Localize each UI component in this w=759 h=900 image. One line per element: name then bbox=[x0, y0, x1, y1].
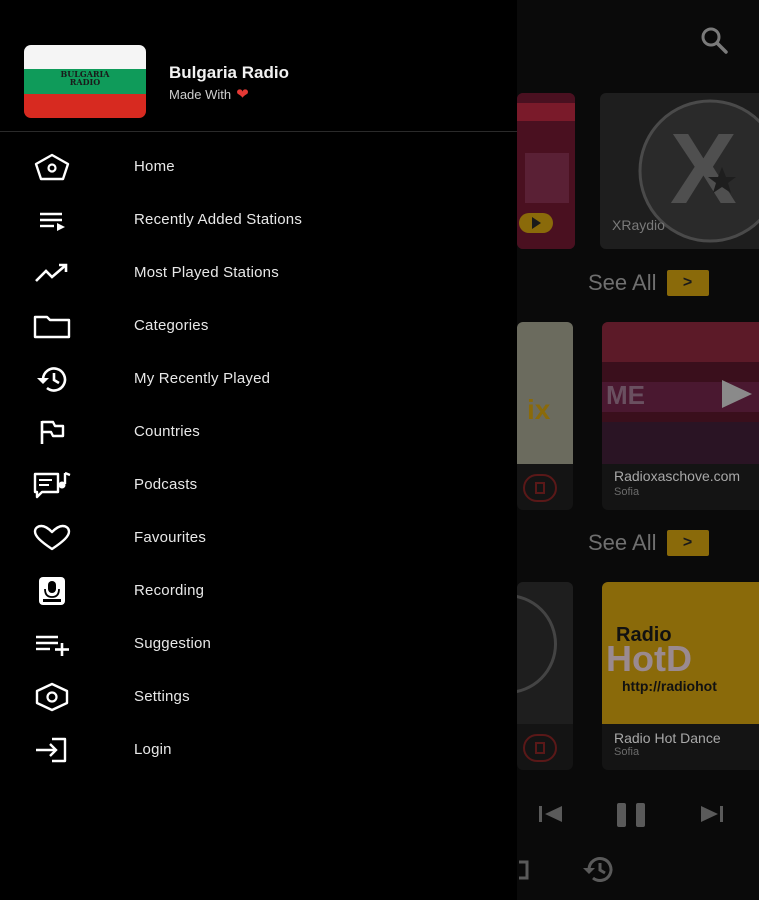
app-title: Bulgaria Radio bbox=[169, 63, 289, 82]
see-all-link[interactable]: See All > bbox=[588, 270, 709, 296]
mic-icon bbox=[31, 574, 73, 608]
menu-item-categories[interactable]: Categories bbox=[0, 299, 517, 352]
artwork-hotdance-text: HotD bbox=[606, 638, 692, 679]
menu-label: Favourites bbox=[134, 529, 207, 546]
bottom-nav-item-partial[interactable] bbox=[517, 858, 531, 887]
menu-label: Login bbox=[134, 741, 172, 758]
app-logo-text: BULGARIA RADIO bbox=[60, 69, 110, 87]
flag-icon bbox=[31, 415, 73, 449]
drawer-header: BULGARIA RADIO Bulgaria Radio Made With ❤ bbox=[0, 0, 517, 132]
station-name: Radioxaschove.com bbox=[614, 468, 741, 484]
heart-outline-icon bbox=[31, 521, 73, 555]
menu-item-recently-played[interactable]: My Recently Played bbox=[0, 352, 517, 405]
see-all-link[interactable]: See All > bbox=[588, 530, 709, 556]
search-icon bbox=[701, 27, 728, 54]
play-badge[interactable] bbox=[519, 213, 553, 233]
menu-label: Suggestion bbox=[134, 635, 212, 652]
station-card-partial[interactable] bbox=[517, 93, 575, 249]
station-artwork: Radio HotD http://radiohot bbox=[602, 582, 759, 724]
bookmark-icon bbox=[535, 742, 545, 754]
record-button[interactable] bbox=[523, 474, 557, 502]
station-city: Sofia bbox=[614, 486, 640, 498]
folder-icon bbox=[31, 309, 73, 343]
menu-item-favourites[interactable]: Favourites bbox=[0, 511, 517, 564]
play-icon bbox=[531, 217, 541, 229]
menu-item-settings[interactable]: Settings bbox=[0, 670, 517, 723]
station-city: Sofia bbox=[614, 746, 640, 758]
see-all-label: See All bbox=[588, 530, 657, 555]
menu-label: Recording bbox=[134, 582, 205, 599]
artwork-url-text: http://radiohot bbox=[622, 678, 717, 694]
station-artwork-text: ix bbox=[527, 394, 551, 425]
pause-button[interactable] bbox=[614, 800, 650, 835]
heart-icon: ❤ bbox=[236, 86, 249, 103]
menu-item-home[interactable]: Home bbox=[0, 140, 517, 193]
station-card[interactable]: X XRaydio bbox=[600, 93, 759, 249]
station-name: Radio Hot Dance bbox=[614, 730, 721, 746]
svg-text:ME: ME bbox=[606, 380, 645, 410]
svg-text:X: X bbox=[670, 113, 737, 225]
menu-item-recording[interactable]: Recording bbox=[0, 564, 517, 617]
bookmark-icon bbox=[535, 482, 545, 494]
record-button[interactable] bbox=[523, 734, 557, 762]
playlist-icon bbox=[31, 203, 73, 237]
station-card-partial[interactable] bbox=[517, 582, 573, 770]
menu-label: Countries bbox=[134, 423, 200, 440]
chevron-right-icon: > bbox=[666, 270, 709, 296]
menu-item-suggestion[interactable]: Suggestion bbox=[0, 617, 517, 670]
skip-next-icon bbox=[701, 806, 723, 822]
see-all-label: See All bbox=[588, 270, 657, 295]
settings-icon bbox=[31, 680, 73, 714]
bracket-icon bbox=[519, 860, 529, 880]
app-subtitle: Made With ❤ bbox=[169, 85, 249, 103]
playlist-add-icon bbox=[31, 627, 73, 661]
podcast-icon bbox=[31, 468, 73, 502]
chevron-right-icon: > bbox=[666, 530, 709, 556]
menu-label: Podcasts bbox=[134, 476, 198, 493]
menu-item-podcasts[interactable]: Podcasts bbox=[0, 458, 517, 511]
menu-label: Home bbox=[134, 158, 175, 175]
menu-label: My Recently Played bbox=[134, 370, 271, 387]
menu-item-most-played[interactable]: Most Played Stations bbox=[0, 246, 517, 299]
previous-button[interactable] bbox=[536, 802, 566, 831]
menu-item-recently-added[interactable]: Recently Added Stations bbox=[0, 193, 517, 246]
station-card[interactable]: Radio HotD http://radiohot Radio Hot Dan… bbox=[602, 582, 759, 770]
trending-icon bbox=[31, 256, 73, 290]
menu-label: Recently Added Stations bbox=[134, 211, 303, 228]
app-subtitle-text: Made With bbox=[169, 86, 232, 102]
home-icon bbox=[31, 150, 73, 184]
station-artwork: ME bbox=[602, 322, 759, 464]
history-icon bbox=[583, 857, 613, 882]
navigation-drawer: BULGARIA RADIO Bulgaria Radio Made With ❤… bbox=[0, 0, 517, 900]
menu-label: Most Played Stations bbox=[134, 264, 279, 281]
menu-item-countries[interactable]: Countries bbox=[0, 405, 517, 458]
pause-icon bbox=[617, 803, 645, 827]
station-card-partial[interactable]: ix bbox=[517, 322, 573, 510]
search-button[interactable] bbox=[696, 22, 732, 58]
next-button[interactable] bbox=[697, 802, 727, 831]
menu-label: Settings bbox=[134, 688, 190, 705]
station-name: XRaydio bbox=[612, 217, 665, 233]
login-icon bbox=[31, 733, 73, 767]
app-logo: BULGARIA RADIO bbox=[24, 45, 146, 118]
station-card[interactable]: ME Radioxaschove.com Sofia bbox=[602, 322, 759, 510]
menu-item-login[interactable]: Login bbox=[0, 723, 517, 776]
bottom-nav-history[interactable] bbox=[580, 853, 616, 890]
history-icon bbox=[31, 362, 73, 396]
skip-previous-icon bbox=[539, 806, 562, 822]
station-artwork bbox=[517, 594, 557, 694]
menu-label: Categories bbox=[134, 317, 209, 334]
